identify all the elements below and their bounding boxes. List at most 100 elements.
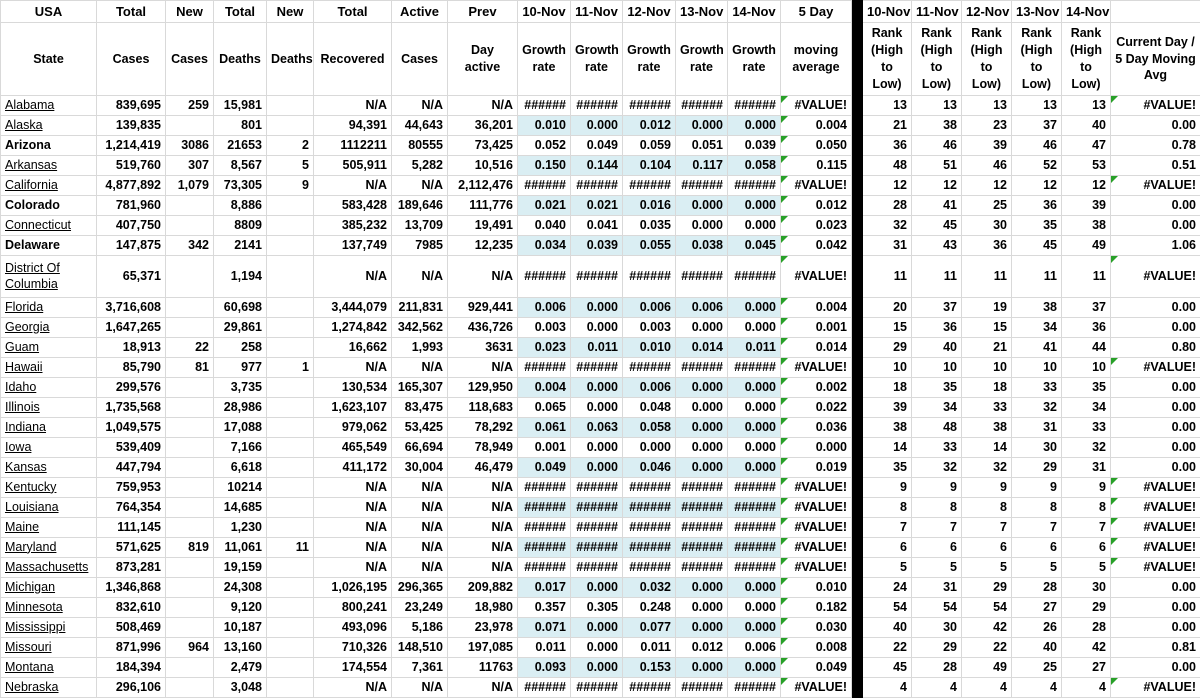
cell-moving-average[interactable]: 0.049 xyxy=(781,658,852,678)
cell-prev-day-active[interactable]: 2,112,476 xyxy=(448,176,518,196)
cell-state[interactable]: Nebraska xyxy=(1,678,97,698)
header-new-deaths[interactable]: Deaths xyxy=(267,23,314,96)
cell-new-deaths[interactable] xyxy=(267,378,314,398)
cell-state[interactable]: Massachusetts xyxy=(1,558,97,578)
cell-moving-average[interactable]: 0.182 xyxy=(781,598,852,618)
cell-growth-14-nov[interactable]: 0.000 xyxy=(728,116,781,136)
header-state[interactable]: State xyxy=(1,23,97,96)
cell-active-cases[interactable]: 342,562 xyxy=(392,318,448,338)
cell-total-deaths[interactable]: 24,308 xyxy=(214,578,267,598)
cell-state[interactable]: Alabama xyxy=(1,96,97,116)
cell-growth-14-nov[interactable]: 0.000 xyxy=(728,458,781,478)
cell-new-deaths[interactable] xyxy=(267,598,314,618)
cell-active-cases[interactable]: N/A xyxy=(392,678,448,698)
cell-growth-14-nov[interactable]: 0.058 xyxy=(728,156,781,176)
cell-growth-14-nov[interactable]: 0.011 xyxy=(728,338,781,358)
cell-total-deaths[interactable]: 8,567 xyxy=(214,156,267,176)
cell-prev-day-active[interactable]: N/A xyxy=(448,558,518,578)
cell-total-cases[interactable]: 4,877,892 xyxy=(97,176,166,196)
cell-total-deaths[interactable]: 21653 xyxy=(214,136,267,156)
cell-rank-12-nov[interactable]: 19 xyxy=(962,298,1012,318)
cell-active-cases[interactable]: N/A xyxy=(392,478,448,498)
cell-state[interactable]: Idaho xyxy=(1,378,97,398)
cell-rank-14-nov[interactable]: 28 xyxy=(1062,618,1111,638)
cell-total-deaths[interactable]: 1,194 xyxy=(214,256,267,298)
cell-total-deaths[interactable]: 8,886 xyxy=(214,196,267,216)
cell-growth-10-nov[interactable]: 0.071 xyxy=(518,618,571,638)
cell-state[interactable]: Colorado xyxy=(1,196,97,216)
cell-growth-13-nov[interactable]: ###### xyxy=(676,538,728,558)
header-total-cases[interactable]: Total xyxy=(97,1,166,23)
cell-growth-12-nov[interactable]: 0.248 xyxy=(623,598,676,618)
cell-growth-11-nov[interactable]: ###### xyxy=(571,558,623,578)
cell-prev-day-active[interactable]: N/A xyxy=(448,518,518,538)
cell-moving-average[interactable]: 0.023 xyxy=(781,216,852,236)
cell-rank-12-nov[interactable]: 32 xyxy=(962,458,1012,478)
cell-total-cases[interactable]: 539,409 xyxy=(97,438,166,458)
cell-prev-day-active[interactable]: 78,949 xyxy=(448,438,518,458)
cell-growth-10-nov[interactable]: ###### xyxy=(518,678,571,698)
cell-growth-12-nov[interactable]: ###### xyxy=(623,518,676,538)
cell-growth-10-nov[interactable]: 0.049 xyxy=(518,458,571,478)
cell-rank-10-nov[interactable]: 29 xyxy=(863,338,912,358)
cell-new-cases[interactable] xyxy=(166,116,214,136)
cell-moving-average[interactable]: 0.004 xyxy=(781,116,852,136)
cell-active-cases[interactable]: 7,361 xyxy=(392,658,448,678)
header-active-cases[interactable]: Active xyxy=(392,1,448,23)
cell-total-cases[interactable]: 508,469 xyxy=(97,618,166,638)
cell-new-deaths[interactable] xyxy=(267,478,314,498)
cell-growth-11-nov[interactable]: ###### xyxy=(571,498,623,518)
cell-total-deaths[interactable]: 28,986 xyxy=(214,398,267,418)
cell-rank-11-nov[interactable]: 30 xyxy=(912,618,962,638)
cell-total-recovered[interactable]: 465,549 xyxy=(314,438,392,458)
header-new-deaths[interactable]: New xyxy=(267,1,314,23)
cell-rank-14-nov[interactable]: 44 xyxy=(1062,338,1111,358)
cell-active-cases[interactable]: 148,510 xyxy=(392,638,448,658)
cell-prev-day-active[interactable]: 129,950 xyxy=(448,378,518,398)
cell-state[interactable]: Delaware xyxy=(1,236,97,256)
cell-rank-10-nov[interactable]: 48 xyxy=(863,156,912,176)
cell-state[interactable]: Arizona xyxy=(1,136,97,156)
cell-rank-14-nov[interactable]: 36 xyxy=(1062,318,1111,338)
cell-growth-13-nov[interactable]: ###### xyxy=(676,678,728,698)
cell-growth-11-nov[interactable]: 0.063 xyxy=(571,418,623,438)
cell-rank-13-nov[interactable]: 4 xyxy=(1012,678,1062,698)
cell-growth-12-nov[interactable]: ###### xyxy=(623,478,676,498)
header-total-recovered[interactable]: Recovered xyxy=(314,23,392,96)
cell-current-ratio[interactable]: 0.00 xyxy=(1111,418,1200,438)
cell-rank-11-nov[interactable]: 5 xyxy=(912,558,962,578)
cell-rank-10-nov[interactable]: 18 xyxy=(863,378,912,398)
cell-total-recovered[interactable]: 174,554 xyxy=(314,658,392,678)
cell-current-ratio[interactable]: 0.00 xyxy=(1111,598,1200,618)
cell-prev-day-active[interactable]: 436,726 xyxy=(448,318,518,338)
cell-rank-14-nov[interactable]: 32 xyxy=(1062,438,1111,458)
cell-prev-day-active[interactable]: 929,441 xyxy=(448,298,518,318)
header-growth-12-nov[interactable]: Growth rate xyxy=(623,23,676,96)
cell-moving-average[interactable]: 0.014 xyxy=(781,338,852,358)
cell-growth-12-nov[interactable]: 0.003 xyxy=(623,318,676,338)
cell-growth-10-nov[interactable]: ###### xyxy=(518,498,571,518)
cell-new-deaths[interactable] xyxy=(267,558,314,578)
cell-prev-day-active[interactable]: 118,683 xyxy=(448,398,518,418)
cell-active-cases[interactable]: 23,249 xyxy=(392,598,448,618)
cell-growth-11-nov[interactable]: 0.000 xyxy=(571,398,623,418)
cell-growth-12-nov[interactable]: ###### xyxy=(623,538,676,558)
cell-total-cases[interactable]: 1,049,575 xyxy=(97,418,166,438)
cell-new-cases[interactable] xyxy=(166,438,214,458)
cell-active-cases[interactable]: 83,475 xyxy=(392,398,448,418)
cell-rank-13-nov[interactable]: 52 xyxy=(1012,156,1062,176)
cell-rank-11-nov[interactable]: 35 xyxy=(912,378,962,398)
header-growth-12-nov[interactable]: 12-Nov xyxy=(623,1,676,23)
cell-state[interactable]: Indiana xyxy=(1,418,97,438)
cell-total-deaths[interactable]: 11,061 xyxy=(214,538,267,558)
cell-rank-13-nov[interactable]: 29 xyxy=(1012,458,1062,478)
cell-moving-average[interactable]: 0.036 xyxy=(781,418,852,438)
header-moving-average[interactable]: 5 Day xyxy=(781,1,852,23)
cell-prev-day-active[interactable]: 3631 xyxy=(448,338,518,358)
cell-new-cases[interactable]: 307 xyxy=(166,156,214,176)
cell-rank-13-nov[interactable]: 11 xyxy=(1012,256,1062,298)
cell-total-deaths[interactable]: 60,698 xyxy=(214,298,267,318)
cell-total-recovered[interactable]: 1,274,842 xyxy=(314,318,392,338)
cell-growth-11-nov[interactable]: ###### xyxy=(571,678,623,698)
cell-growth-11-nov[interactable]: 0.000 xyxy=(571,578,623,598)
